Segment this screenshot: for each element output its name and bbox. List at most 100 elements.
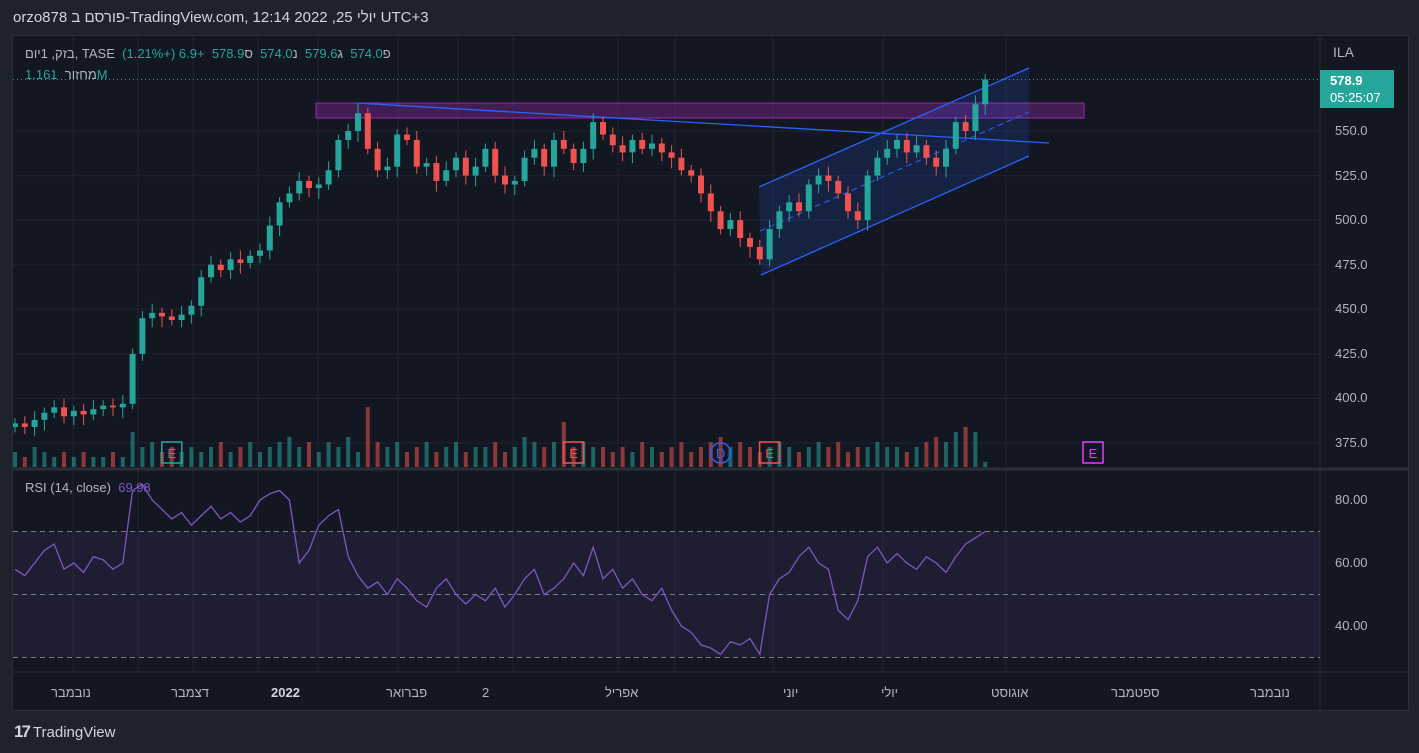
event-label: E [765, 446, 774, 461]
volume-bar [855, 447, 860, 467]
candle [413, 139, 420, 167]
candle [443, 170, 450, 181]
candle [707, 193, 714, 212]
volume-legend: מחזור 1.161M [25, 67, 108, 82]
volume-bar [748, 447, 752, 467]
volume-bar [218, 442, 223, 467]
bar-countdown: 05:25:07 [1330, 90, 1381, 105]
event-label: D [716, 446, 725, 461]
volume-bar [669, 447, 674, 467]
candle [80, 410, 87, 415]
chart-canvas[interactable]: EEDEE [13, 36, 1408, 710]
volume-bar [787, 447, 792, 467]
candle [31, 419, 38, 427]
volume-bar [924, 442, 929, 467]
volume-bar [444, 447, 449, 467]
high-value: 579.6 [304, 46, 338, 61]
rsi-value: 69.98 [118, 480, 151, 495]
time-tick: 2022 [271, 685, 300, 700]
candle [933, 157, 940, 167]
candle [139, 318, 146, 354]
candle [335, 139, 342, 171]
candle [845, 193, 851, 212]
volume-bar [346, 437, 351, 467]
rsi-tick: 40.00 [1335, 618, 1368, 633]
volume-bar [405, 452, 409, 467]
candle [502, 175, 508, 185]
candle [796, 202, 802, 212]
candle [168, 316, 175, 320]
volume-bar [32, 447, 37, 467]
price-tick: 475.0 [1335, 256, 1368, 272]
candle [600, 122, 606, 135]
volume-bar [610, 452, 615, 467]
symbol-label: בזק, 1יום, TASE [25, 46, 115, 61]
candle [394, 134, 401, 167]
volume-bar [483, 447, 488, 467]
candle [247, 255, 254, 263]
volume-bar [493, 442, 498, 467]
candle [551, 139, 557, 167]
volume-bar [287, 437, 292, 467]
volume-bar [307, 442, 311, 467]
price-tick: 400.0 [1335, 390, 1368, 406]
volume-bar [591, 447, 596, 467]
candle [237, 259, 244, 263]
volume-bar [454, 442, 458, 467]
time-tick: יוני [783, 685, 799, 700]
candle [129, 353, 136, 404]
chart-panel[interactable]: EEDEE בזק, 1יום, TASE פ574.0 ג579.6 נ574… [12, 35, 1409, 711]
volume-bar [434, 452, 439, 467]
candle [786, 202, 793, 212]
volume-bar [630, 452, 635, 467]
candle [355, 113, 361, 131]
volume-bar [189, 447, 194, 467]
volume-bar [375, 442, 380, 467]
close-value: 578.9 [211, 46, 245, 61]
volume-bar [914, 447, 919, 467]
candle [159, 312, 165, 317]
volume-bar [797, 452, 801, 467]
chart-title: orzo878 פורסם ב-TradingView.com, 12:14 2… [13, 9, 429, 26]
candle [119, 403, 126, 408]
candle [943, 148, 949, 167]
volume-bar [336, 447, 341, 467]
volume-bar [542, 447, 547, 467]
volume-bar [199, 452, 204, 467]
candle [766, 229, 773, 260]
candle [580, 148, 587, 164]
candle [178, 314, 185, 320]
candle [531, 148, 538, 158]
candle [41, 412, 48, 420]
volume-bar [904, 452, 909, 467]
candle [217, 264, 224, 271]
candle [423, 163, 430, 167]
candle [737, 220, 744, 238]
candle [541, 148, 548, 167]
tv-logo-icon: 17 [14, 722, 31, 741]
volume-bar [209, 447, 213, 467]
tradingview-logo[interactable]: 17 TradingView [14, 722, 115, 742]
candle [698, 175, 704, 194]
candle [952, 122, 959, 149]
candle [51, 407, 58, 413]
volume-label: מחזור [64, 67, 97, 82]
candle [835, 180, 842, 194]
rsi-label: RSI (14, close) [25, 480, 111, 495]
candle [854, 211, 861, 221]
candle [972, 104, 979, 131]
close-label: ס [244, 46, 253, 61]
volume-bar [679, 442, 684, 467]
volume-bar [522, 437, 527, 467]
candle [482, 148, 489, 167]
candle [492, 148, 499, 176]
candle [668, 152, 675, 158]
price-tick: 425.0 [1335, 345, 1368, 361]
price-tick: 375.0 [1335, 435, 1368, 451]
candle [13, 423, 18, 427]
candle [364, 113, 371, 149]
volume-bar [503, 452, 507, 467]
candle [453, 157, 459, 171]
volume-bar [552, 442, 556, 467]
candle [884, 148, 891, 158]
